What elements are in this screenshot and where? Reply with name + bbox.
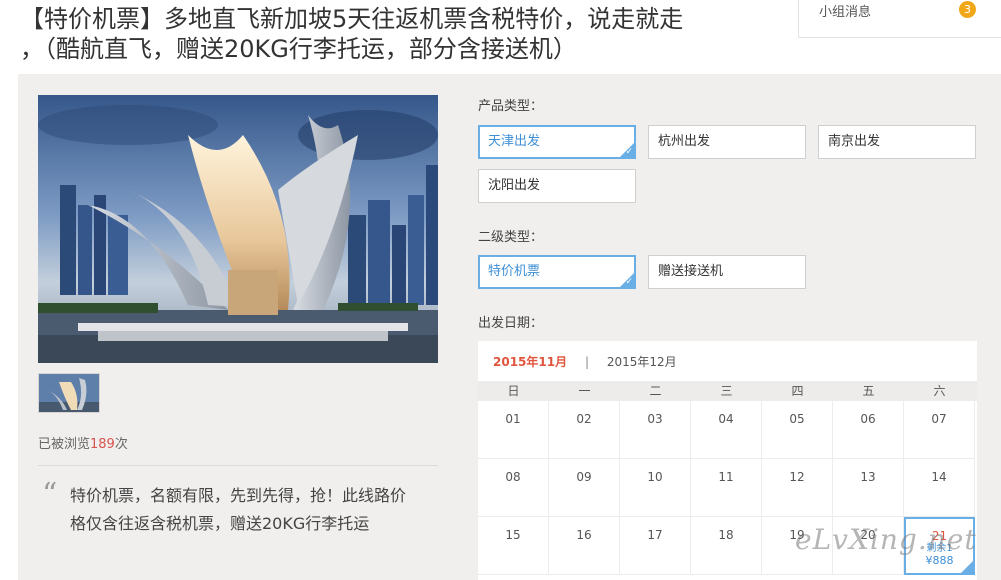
calendar-day[interactable]: 17 bbox=[620, 517, 691, 575]
weekday-sat: 六 bbox=[933, 384, 946, 398]
product-type-option-label: 天津出发 bbox=[488, 134, 541, 149]
calendar-day[interactable]: 06 bbox=[833, 401, 904, 459]
weekday-sun: 日 bbox=[507, 384, 520, 398]
calendar-day[interactable]: 11 bbox=[691, 459, 762, 517]
product-title: 【特价机票】多地直飞新加坡5天往返机票含税特价，说走就走 ，（酷航直飞，赠送20… bbox=[20, 4, 780, 64]
calendar-day[interactable]: 08 bbox=[478, 459, 549, 517]
product-type-option-label: 南京出发 bbox=[828, 134, 881, 149]
product-type-option-nanjing[interactable]: 南京出发 bbox=[818, 125, 976, 159]
product-description: 特价机票，名额有限，先到先得，抢！此线路价格仅含往返含税机票，赠送20KG行李托… bbox=[70, 486, 407, 533]
view-count-number: 189 bbox=[90, 437, 115, 452]
main-product-image[interactable] bbox=[38, 95, 438, 363]
checkmark-icon: ✓ bbox=[625, 277, 633, 287]
thumbnail-photo bbox=[39, 374, 99, 412]
weekday-thu: 四 bbox=[791, 384, 804, 398]
calendar-day[interactable]: 12 bbox=[762, 459, 833, 517]
view-count: 已被浏览189次 bbox=[38, 433, 128, 452]
calendar-day[interactable]: 13 bbox=[833, 459, 904, 517]
product-panel: 已被浏览189次 “ 特价机票，名额有限，先到先得，抢！此线路价格仅含往返含税机… bbox=[18, 74, 1001, 580]
product-type-option-tianjin[interactable]: 天津出发 ✓ bbox=[478, 125, 636, 159]
calendar-day[interactable]: 01 bbox=[478, 401, 549, 459]
checkmark-icon: ✓ bbox=[625, 147, 633, 157]
month-tab-dec-2015[interactable]: 2015年12月 bbox=[607, 355, 677, 369]
group-message-count-badge: 3 bbox=[959, 1, 976, 18]
sub-type-option-airport-transfer[interactable]: 赠送接送机 bbox=[648, 255, 806, 289]
image-thumbnail[interactable] bbox=[38, 373, 100, 413]
weekday-wed: 三 bbox=[720, 384, 733, 398]
product-type-label: 产品类型： bbox=[478, 99, 544, 114]
month-tab-nov-2015[interactable]: 2015年11月 bbox=[493, 355, 567, 369]
product-type-option-hangzhou[interactable]: 杭州出发 bbox=[648, 125, 806, 159]
calendar-month-tabs: 2015年11月 | 2015年12月 bbox=[493, 353, 677, 370]
product-type-option-shenyang[interactable]: 沈阳出发 bbox=[478, 169, 636, 203]
weekday-mon: 一 bbox=[578, 384, 591, 398]
product-title-line2: ，（酷航直飞，赠送20KG行李托运，部分含接送机） bbox=[20, 35, 577, 63]
calendar-day[interactable]: 07 bbox=[904, 401, 975, 459]
calendar-day[interactable]: 04 bbox=[691, 401, 762, 459]
calendar-day[interactable]: 02 bbox=[549, 401, 620, 459]
divider bbox=[38, 465, 438, 466]
month-tab-separator: | bbox=[584, 355, 589, 369]
product-title-line1: 【特价机票】多地直飞新加坡5天往返机票含税特价，说走就走 bbox=[20, 5, 684, 33]
product-type-option-label: 杭州出发 bbox=[658, 134, 711, 149]
weekday-fri: 五 bbox=[862, 384, 875, 398]
calendar-day[interactable]: 09 bbox=[549, 459, 620, 517]
view-count-suffix: 次 bbox=[114, 437, 128, 452]
sub-type-label: 二级类型： bbox=[478, 230, 544, 245]
product-type-option-label: 沈阳出发 bbox=[488, 178, 541, 193]
quote-icon: “ bbox=[42, 477, 58, 512]
calendar-day[interactable]: 16 bbox=[549, 517, 620, 575]
view-count-prefix: 已被浏览 bbox=[38, 437, 91, 452]
group-message-label[interactable]: 小组消息 bbox=[819, 1, 871, 20]
calendar-day[interactable]: 10 bbox=[620, 459, 691, 517]
calendar-weekday-header: 日 一 二 三 四 五 六 bbox=[478, 381, 977, 401]
departure-date-label: 出发日期： bbox=[478, 316, 544, 331]
calendar-day[interactable]: 05 bbox=[762, 401, 833, 459]
weekday-tue: 二 bbox=[649, 384, 662, 398]
group-message-box[interactable]: 小组消息 3 bbox=[798, 0, 1001, 38]
selected-corner-indicator bbox=[961, 561, 973, 573]
calendar-day[interactable]: 15 bbox=[478, 517, 549, 575]
calendar-day[interactable]: 18 bbox=[691, 517, 762, 575]
sub-type-option-label: 赠送接送机 bbox=[658, 264, 724, 279]
calendar-day[interactable]: 03 bbox=[620, 401, 691, 459]
sub-type-option-label: 特价机票 bbox=[488, 264, 541, 279]
sub-type-option-special-fare[interactable]: 特价机票 ✓ bbox=[478, 255, 636, 289]
site-watermark: eLvXing.net bbox=[795, 523, 977, 556]
artscience-museum-photo bbox=[38, 95, 438, 363]
calendar-day[interactable]: 14 bbox=[904, 459, 975, 517]
